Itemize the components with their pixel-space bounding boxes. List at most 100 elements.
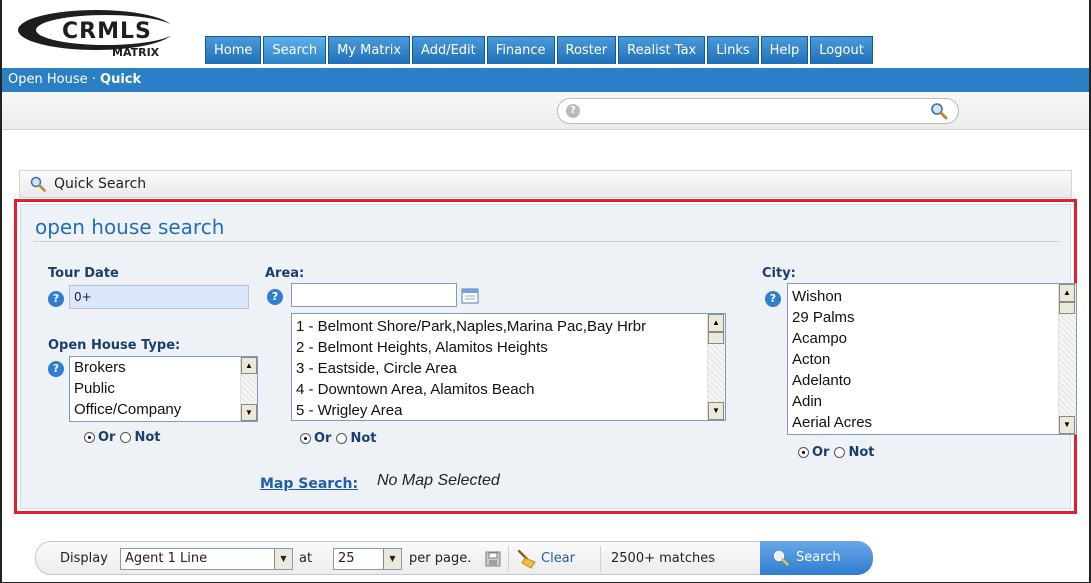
list-option[interactable]: Adin [788,391,1076,412]
help-icon[interactable]: ? [765,291,781,307]
header: CRMLS MATRIX Home Search My Matrix Add/Edit… [2,0,1089,68]
map-status: No Map Selected [377,472,500,489]
list-option[interactable]: 1 - Belmont Shore/Park,Naples,Marina Pac… [292,316,725,337]
divider [600,546,601,572]
list-option[interactable]: Aerial Acres [788,412,1076,433]
nav-tab-search[interactable]: Search [263,36,327,64]
city-list[interactable]: Wishon 29 Palms Acampo Acton Adelanto Adin Aer… [787,283,1077,435]
crmls-matrix-logo: CRMLS MATRIX [18,10,176,59]
scroll-thumb[interactable] [1059,302,1075,314]
not-radio[interactable] [834,447,846,458]
nav-tab-home[interactable]: Home [205,36,262,64]
search-icon [30,176,46,192]
logo-text-top: CRMLS [62,19,152,44]
clear-button[interactable]: Clear [541,551,575,566]
list-option[interactable]: Acampo [788,328,1076,349]
chevron-down-icon[interactable]: ▼ [274,549,292,569]
area-label: Area: [265,266,305,281]
display-select-value: Agent 1 Line [125,551,208,566]
list-option[interactable]: 2 - Belmont Heights, Alamitos Heights [292,337,725,358]
scroll-thumb[interactable] [708,332,724,344]
or-radio[interactable] [84,432,95,443]
breadcrumb: Open House · Quick [2,68,1089,92]
list-option[interactable]: 4 - Downtown Area, Alamitos Beach [292,379,725,400]
not-label: Not [848,445,875,460]
or-radio[interactable] [798,447,809,458]
map-search-link[interactable]: Map Search: [260,476,358,492]
scroll-down-button[interactable]: ▼ [241,404,257,421]
list-option[interactable]: Office/Company [70,399,257,420]
scroll-up-button[interactable]: ▲ [708,314,724,332]
list-option[interactable]: Public [70,378,257,399]
help-icon[interactable]: ? [48,291,64,307]
breadcrumb-section[interactable]: Open House [8,72,88,87]
scroll-up-button[interactable]: ▲ [1059,284,1075,302]
or-label: Or [314,431,332,446]
area-input[interactable] [291,283,457,307]
not-radio[interactable] [120,432,132,443]
save-icon[interactable] [485,551,501,567]
nav-tab-my-matrix[interactable]: My Matrix [328,36,411,64]
logo-text-bottom: MATRIX [112,46,160,59]
not-radio[interactable] [336,433,348,444]
nav-tab-finance[interactable]: Finance [486,36,555,64]
panel-title: open house search [35,215,225,239]
global-search-box: ? [557,98,959,124]
open-house-type-label: Open House Type: [48,338,181,353]
list-option[interactable]: Brokers [70,357,257,378]
tour-date-input[interactable]: 0+ [69,285,249,309]
breadcrumb-separator: · [91,72,96,87]
list-option[interactable]: Adelanto [788,370,1076,391]
scroll-down-button[interactable]: ▼ [1059,416,1075,434]
nav-tab-links[interactable]: Links [707,36,759,64]
scroll-up-button[interactable]: ▲ [241,357,257,374]
at-label: at [299,551,313,566]
search-icon[interactable] [930,102,948,120]
quick-search-label: Quick Search [54,176,147,192]
per-page-label: per page. [409,551,472,566]
nav-tab-add-edit[interactable]: Add/Edit [412,36,485,64]
broom-icon[interactable] [516,549,538,569]
main-nav: Home Search My Matrix Add/Edit Finance Roster… [205,36,875,64]
quick-search-header[interactable]: Quick Search [19,170,1072,198]
nav-tab-logout[interactable]: Logout [810,36,873,64]
help-icon[interactable]: ? [267,289,283,305]
match-count: 2500+ matches [611,551,715,566]
list-option[interactable]: 5 - Wrigley Area [292,400,725,420]
or-label: Or [98,430,116,445]
divider [33,241,1060,242]
nav-tab-help[interactable]: Help [760,36,809,64]
help-icon[interactable]: ? [48,361,64,377]
list-option[interactable]: 3 - Eastside, Circle Area [292,358,725,379]
display-select[interactable]: Agent 1 Line ▼ [120,548,293,570]
list-option[interactable]: Wishon [788,286,1076,307]
search-button-label: Search [796,550,841,565]
list-option[interactable]: 29 Palms [788,307,1076,328]
search-button[interactable]: Search [760,541,873,575]
per-page-select[interactable]: 25 ▼ [333,548,402,570]
or-label: Or [812,445,830,460]
open-house-type-or-not: Or Not [84,430,161,445]
tour-date-label: Tour Date [48,266,119,281]
nav-tab-roster[interactable]: Roster [556,36,617,64]
global-search-bar: ? [2,92,1089,130]
area-or-not: Or Not [300,431,377,446]
open-house-type-list[interactable]: Brokers Public Office/Company ▲ ▼ [69,356,258,422]
results-toolbar: Display Agent 1 Line ▼ at 25 ▼ per page.… [35,541,873,575]
or-radio[interactable] [300,433,311,444]
nav-tab-realist-tax[interactable]: Realist Tax [618,36,706,64]
area-picker-icon[interactable] [461,288,479,304]
open-house-search-panel: open house search Tour Date ? 0+ Open Ho… [20,204,1077,509]
scroll-down-button[interactable]: ▼ [708,402,724,420]
area-list[interactable]: 1 - Belmont Shore/Park,Naples,Marina Pac… [291,313,726,421]
not-label: Not [350,431,377,446]
chevron-down-icon[interactable]: ▼ [383,549,401,569]
display-label: Display [60,551,108,566]
global-search-input[interactable] [588,102,918,120]
divider [508,546,509,572]
breadcrumb-current: Quick [100,72,142,87]
search-icon [773,550,789,566]
help-icon[interactable]: ? [566,104,580,118]
city-label: City: [762,266,796,281]
list-option[interactable]: Acton [788,349,1076,370]
